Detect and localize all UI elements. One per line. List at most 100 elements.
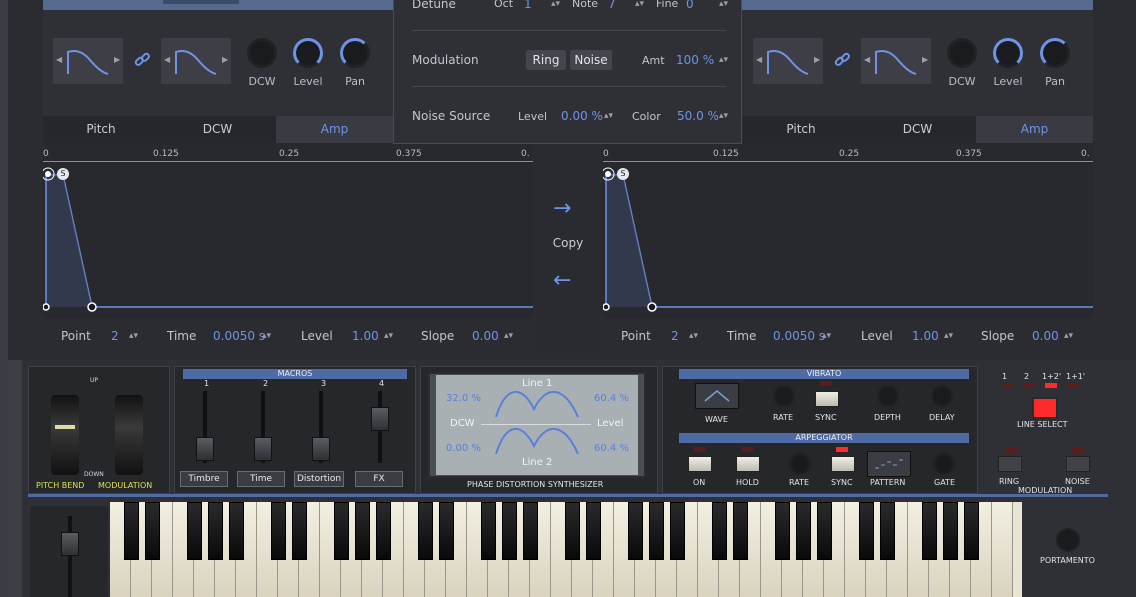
point-stepper-icon[interactable]: ▴▾: [689, 331, 698, 341]
amt-stepper-icon[interactable]: ▴▾: [719, 55, 728, 65]
tab-dcw[interactable]: DCW: [859, 116, 976, 143]
tab-amp[interactable]: Amp: [976, 116, 1093, 143]
macro-time-button[interactable]: Time: [237, 471, 285, 487]
black-key[interactable]: [796, 502, 811, 560]
black-key[interactable]: [817, 502, 832, 560]
black-key[interactable]: [586, 502, 601, 560]
wave-selector-2[interactable]: ◀ ▶: [861, 38, 931, 84]
level-value[interactable]: 1.00: [352, 329, 379, 343]
black-key[interactable]: [628, 502, 643, 560]
noise-button[interactable]: Noise: [570, 50, 612, 70]
arp-rate-knob[interactable]: [789, 453, 811, 475]
black-key[interactable]: [145, 502, 160, 560]
slope-value[interactable]: 0.00: [1032, 329, 1059, 343]
wave-selector-2[interactable]: ◀ ▶: [161, 38, 231, 84]
black-key[interactable]: [481, 502, 496, 560]
copy-right-arrow-icon[interactable]: →: [553, 196, 571, 221]
line2-envelope-editor[interactable]: 0 0.125 0.25 0.375 0. S: [603, 143, 1093, 318]
time-value[interactable]: 0.0050 s: [213, 329, 265, 343]
slope-value[interactable]: 0.00: [472, 329, 499, 343]
tab-dcw[interactable]: DCW: [159, 116, 276, 143]
next-wave-icon[interactable]: ▶: [814, 55, 820, 64]
tab-pitch[interactable]: Pitch: [743, 116, 859, 143]
prev-wave-icon[interactable]: ◀: [864, 55, 870, 64]
arp-on-button[interactable]: [688, 456, 712, 472]
prev-wave-icon[interactable]: ◀: [56, 55, 62, 64]
vibrato-depth-knob[interactable]: [877, 385, 899, 407]
macro-timbre-button[interactable]: Timbre: [180, 471, 228, 487]
black-key[interactable]: [418, 502, 433, 560]
oct-value[interactable]: 1: [524, 0, 532, 11]
wave-selector-1[interactable]: ◀ ▶: [753, 38, 823, 84]
ring-mod-button[interactable]: [998, 456, 1022, 472]
link-icon[interactable]: [834, 52, 850, 68]
black-key[interactable]: [292, 502, 307, 560]
noise-color-stepper-icon[interactable]: ▴▾: [719, 111, 728, 121]
black-key[interactable]: [271, 502, 286, 560]
black-key[interactable]: [124, 502, 139, 560]
modulation-wheel[interactable]: [115, 395, 143, 475]
envelope-curve[interactable]: [603, 161, 1093, 318]
fx-slider[interactable]: [371, 407, 389, 431]
distortion-slider[interactable]: [312, 437, 330, 461]
pan-knob[interactable]: [1040, 38, 1070, 68]
prev-wave-icon[interactable]: ◀: [164, 55, 170, 64]
line1-envelope-editor[interactable]: 0 0.125 0.25 0.375 0. S: [43, 143, 533, 318]
time-value[interactable]: 0.0050 s: [773, 329, 825, 343]
arp-hold-button[interactable]: [736, 456, 760, 472]
level-stepper-icon[interactable]: ▴▾: [944, 331, 953, 341]
time-stepper-icon[interactable]: ▴▾: [822, 331, 831, 341]
dcw-knob[interactable]: [247, 38, 277, 68]
next-wave-icon[interactable]: ▶: [922, 55, 928, 64]
wave-selector-1[interactable]: ◀ ▶: [53, 38, 123, 84]
tab-amp[interactable]: Amp: [276, 116, 393, 143]
amt-value[interactable]: 100 %: [676, 53, 714, 67]
point-value[interactable]: 2: [111, 329, 119, 343]
copy-left-arrow-icon[interactable]: ←: [553, 268, 571, 293]
sustain-marker[interactable]: S: [617, 168, 629, 180]
black-key[interactable]: [649, 502, 664, 560]
black-key[interactable]: [964, 502, 979, 560]
black-key[interactable]: [523, 502, 538, 560]
fine-value[interactable]: 0: [686, 0, 694, 11]
black-key[interactable]: [376, 502, 391, 560]
macro-distortion-button[interactable]: Distortion: [294, 471, 344, 487]
slope-stepper-icon[interactable]: ▴▾: [504, 331, 513, 341]
noise-color-value[interactable]: 50.0 %: [677, 109, 719, 123]
noise-mod-button[interactable]: [1066, 456, 1090, 472]
prev-wave-icon[interactable]: ◀: [756, 55, 762, 64]
black-key[interactable]: [334, 502, 349, 560]
black-key[interactable]: [733, 502, 748, 560]
next-wave-icon[interactable]: ▶: [222, 55, 228, 64]
black-key[interactable]: [859, 502, 874, 560]
vibrato-rate-knob[interactable]: [773, 385, 795, 407]
point-value[interactable]: 2: [671, 329, 679, 343]
point-stepper-icon[interactable]: ▴▾: [129, 331, 138, 341]
oct-stepper-icon[interactable]: ▴▾: [551, 0, 560, 9]
black-key[interactable]: [355, 502, 370, 560]
envelope-curve[interactable]: [43, 161, 533, 318]
time-stepper-icon[interactable]: ▴▾: [262, 331, 271, 341]
level-stepper-icon[interactable]: ▴▾: [384, 331, 393, 341]
sustain-marker[interactable]: S: [57, 168, 69, 180]
black-key[interactable]: [565, 502, 580, 560]
black-key[interactable]: [880, 502, 895, 560]
portamento-knob[interactable]: [1056, 528, 1080, 552]
link-icon[interactable]: [134, 52, 150, 68]
tab-pitch[interactable]: Pitch: [43, 116, 159, 143]
black-key[interactable]: [943, 502, 958, 560]
ring-button[interactable]: Ring: [526, 50, 566, 70]
black-key[interactable]: [439, 502, 454, 560]
vibrato-delay-knob[interactable]: [931, 385, 953, 407]
black-key[interactable]: [775, 502, 790, 560]
arp-gate-knob[interactable]: [933, 453, 955, 475]
black-key[interactable]: [208, 502, 223, 560]
volume-slider[interactable]: [61, 532, 79, 556]
line-select-button[interactable]: [1032, 397, 1058, 419]
arp-sync-button[interactable]: [831, 456, 855, 472]
level-knob[interactable]: [293, 38, 323, 68]
black-key[interactable]: [712, 502, 727, 560]
vibrato-sync-button[interactable]: [815, 391, 839, 407]
dcw-knob[interactable]: [947, 38, 977, 68]
white-key[interactable]: [992, 502, 1013, 597]
